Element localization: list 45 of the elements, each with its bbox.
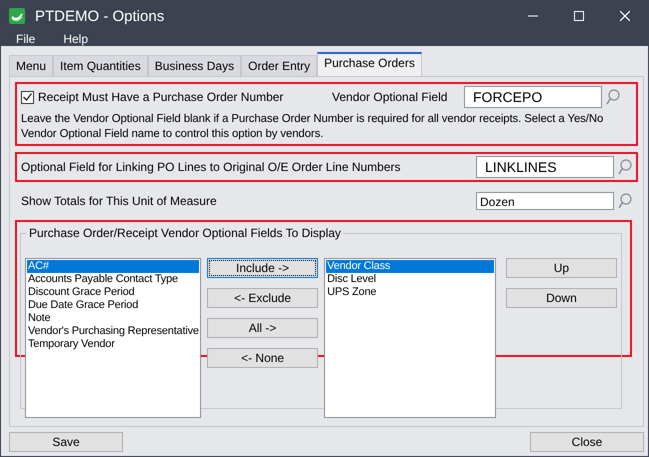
list-box[interactable]: Vendor Class Disc Level UPS Zone — [324, 258, 496, 418]
menu-item[interactable]: File — [16, 32, 36, 46]
order-button[interactable]: Down — [506, 288, 618, 308]
order-button[interactable]: Up — [506, 258, 618, 278]
footer-button[interactable]: Save — [9, 432, 123, 452]
list-item[interactable]: AC# — [27, 260, 199, 273]
search-icon — [606, 89, 620, 105]
menu-item[interactable]: Help — [63, 32, 88, 46]
tab[interactable]: Menu — [9, 55, 54, 76]
move-button[interactable]: All -> — [207, 318, 318, 338]
search-icon — [618, 193, 632, 209]
close-icon — [620, 11, 630, 21]
list-item[interactable]: Temporary Vendor — [27, 338, 199, 351]
field-label: Optional Field for Linking PO Lines to Original O/E Order Line Numbers — [21, 160, 402, 174]
checkmark-icon — [23, 93, 32, 101]
checkbox-label: Receipt Must Have a Purchase Order Number — [38, 90, 284, 104]
tab[interactable]: Business Days — [148, 55, 242, 76]
list-item[interactable]: UPS Zone — [326, 286, 494, 299]
list-item[interactable]: Disc Level — [326, 273, 494, 286]
list-item[interactable]: Due Date Grace Period — [27, 299, 199, 312]
list-item[interactable]: Accounts Payable Contact Type — [27, 273, 199, 286]
text-field[interactable]: Dozen — [476, 192, 614, 210]
search-icon — [618, 159, 632, 175]
list-item[interactable]: Note — [27, 312, 199, 325]
footer-button[interactable]: Close — [530, 432, 644, 452]
move-button[interactable]: <- Exclude — [207, 288, 318, 308]
maximize-icon — [574, 11, 584, 21]
list-item[interactable]: Vendor's Purchasing Representative — [27, 325, 199, 338]
list-item[interactable]: Vendor Class — [326, 260, 494, 273]
help-text: Leave the Vendor Optional Field blank if a Purchase Order Number is required for all vendor receipts. Select a Yes/No Vendor Optional Field name to control this option by vendors. — [21, 112, 604, 142]
app-logo-icon — [9, 8, 25, 24]
move-button[interactable]: Include -> — [207, 258, 318, 278]
tab[interactable]: Item Quantities — [53, 55, 148, 76]
field-label: Vendor Optional Field — [332, 90, 448, 104]
checkbox[interactable] — [21, 90, 34, 104]
field-label: Show Totals for This Unit of Measure — [21, 194, 218, 208]
text-field[interactable]: LINKLINES — [476, 156, 614, 178]
move-button[interactable]: <- None — [207, 348, 318, 368]
list-box[interactable]: AC# Accounts Payable Contact Type Discount Grace Period Due Date Grace Period Note Vendor's Purchasing Representative Temporary Vendor — [25, 258, 201, 418]
group-title: Purchase Order/Receipt Vendor Optional Fields To Display — [27, 226, 343, 240]
text-field[interactable]: FORCEPO — [464, 86, 602, 108]
list-item[interactable]: Discount Grace Period — [27, 286, 199, 299]
tab[interactable]: Order Entry — [241, 55, 318, 76]
tab[interactable]: Purchase Orders — [317, 52, 422, 76]
window-title: PTDEMO - Options — [35, 8, 166, 24]
